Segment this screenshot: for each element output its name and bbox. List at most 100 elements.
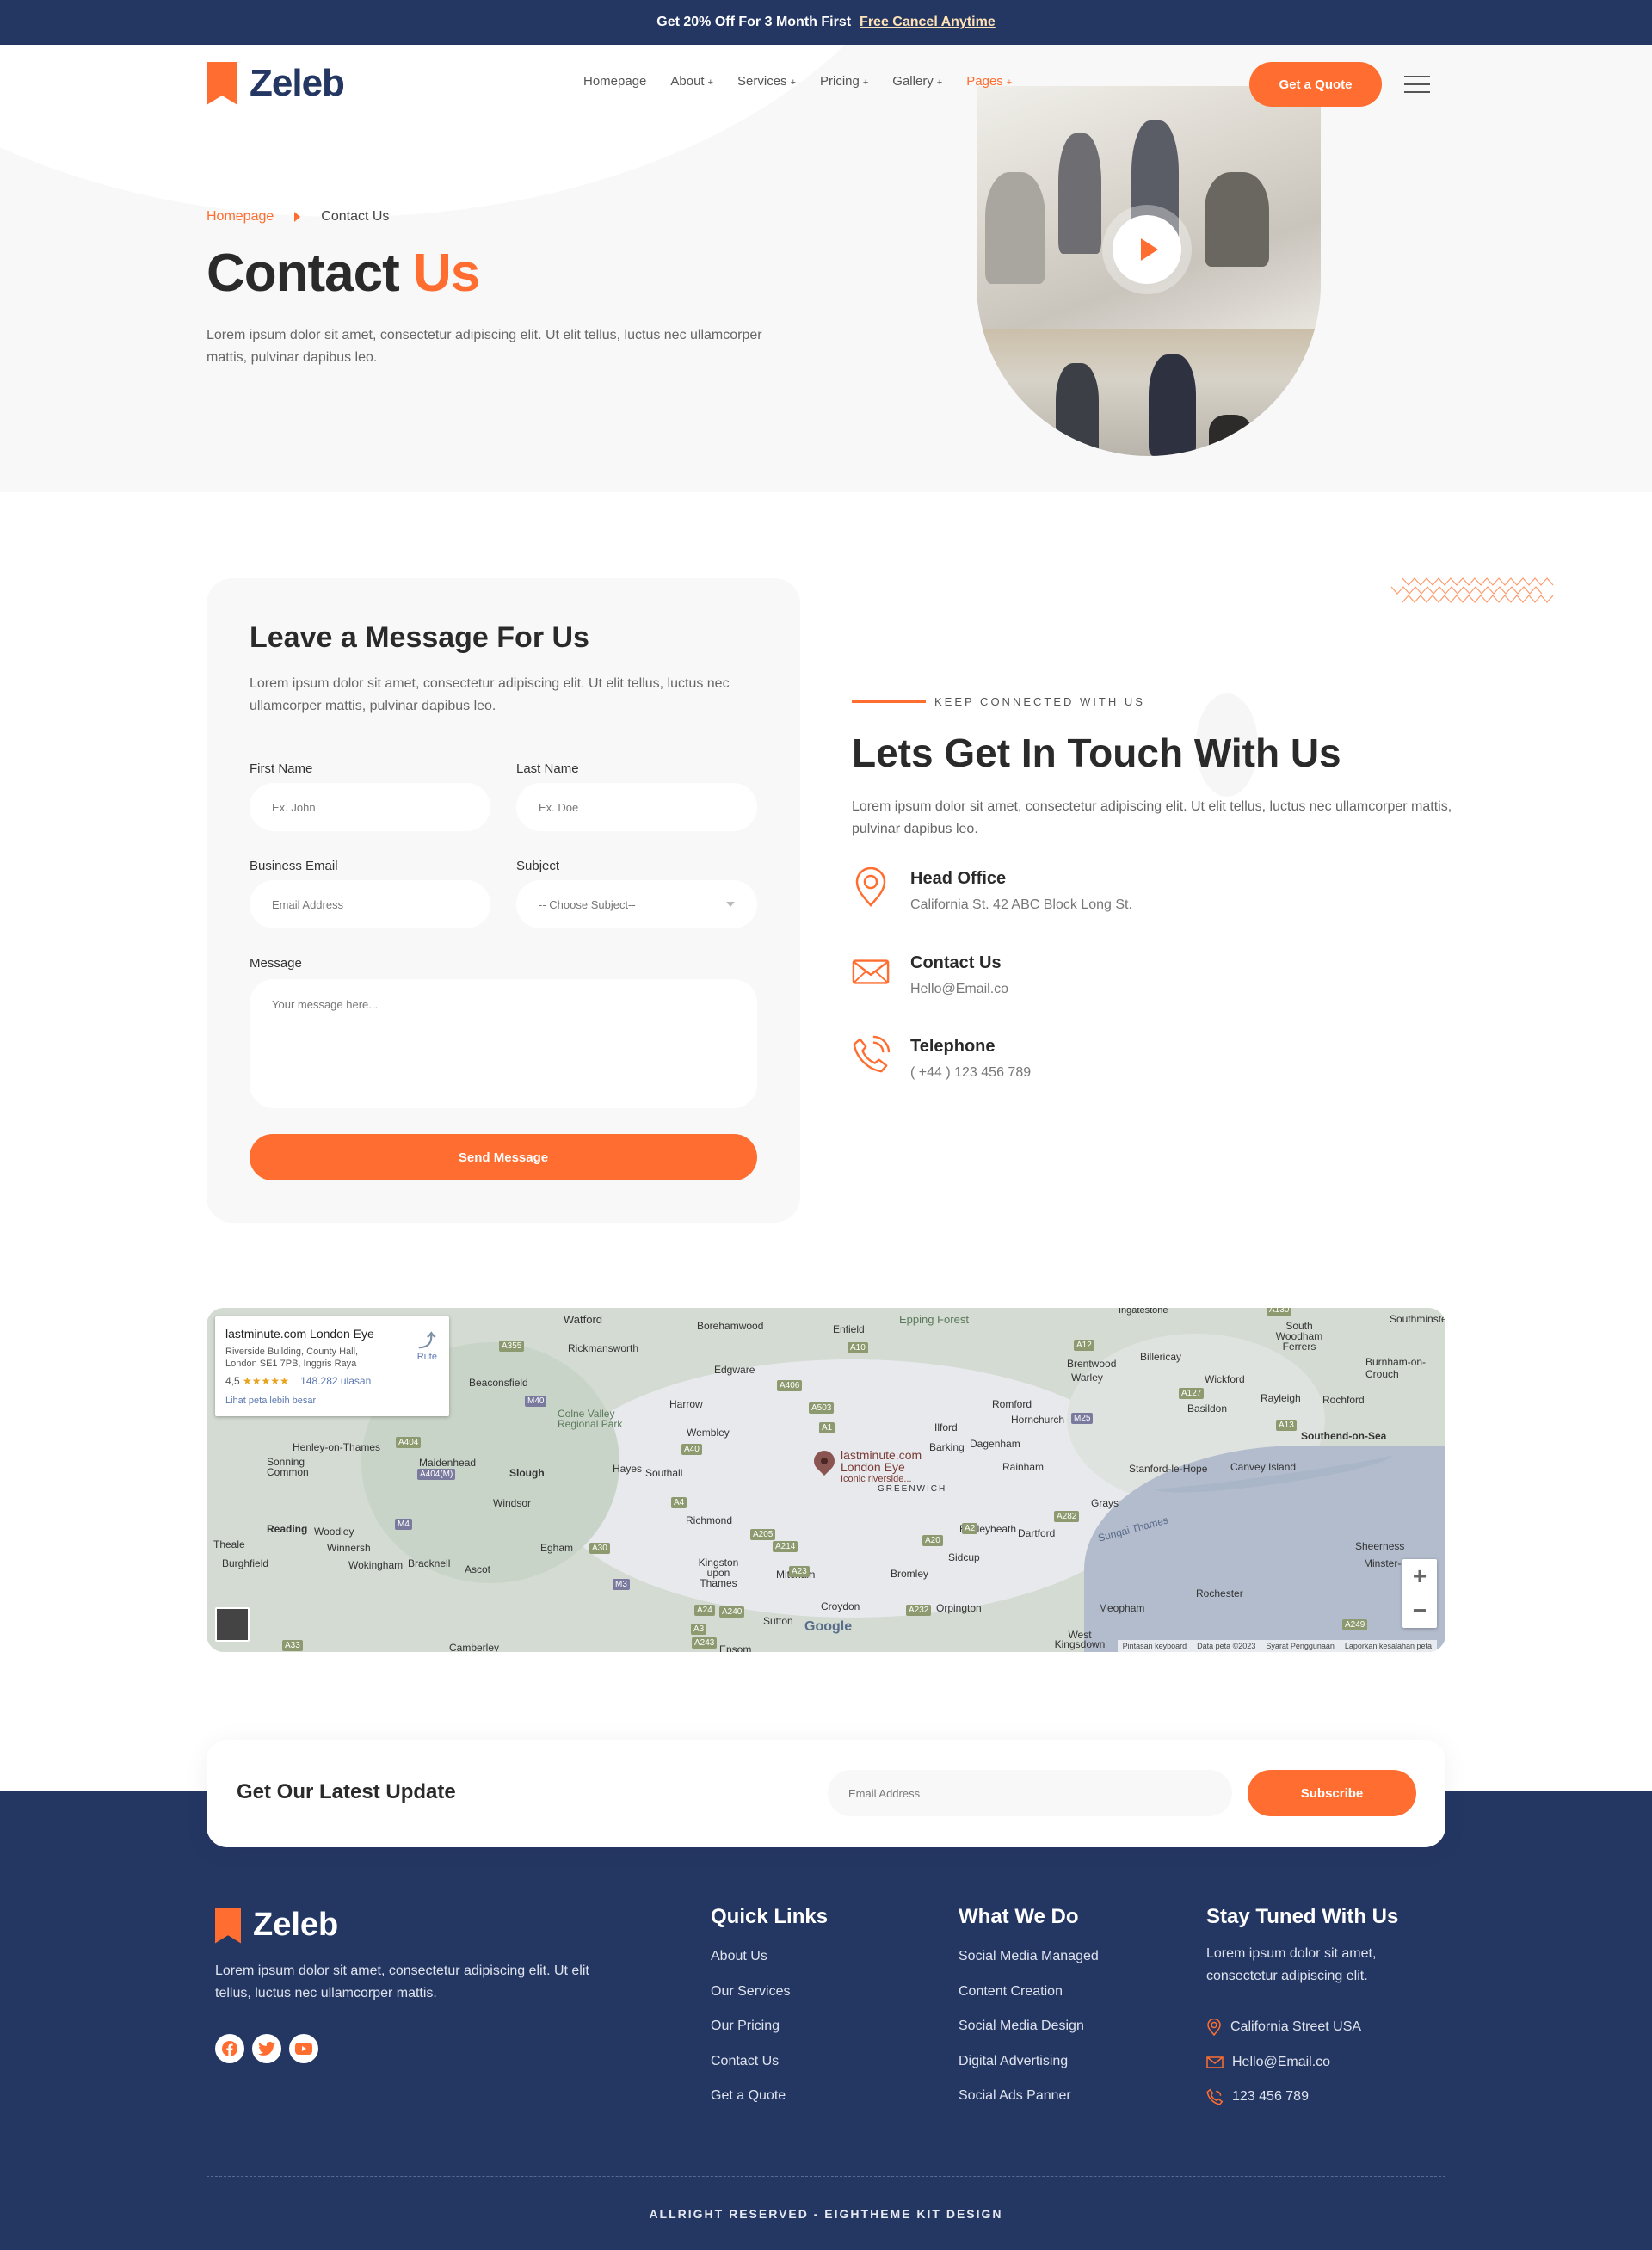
zoom-in-button[interactable]: +	[1402, 1559, 1437, 1593]
youtube-icon[interactable]	[289, 2034, 318, 2063]
map-road-shield: A30	[589, 1543, 610, 1554]
bookmark-logo-icon	[215, 1907, 241, 1944]
nav-item-pages[interactable]: Pages +	[966, 74, 1012, 89]
place-address: Riverside Building, County Hall, London …	[225, 1347, 359, 1369]
footer-link-digital-advertising[interactable]: Digital Advertising	[959, 2051, 1099, 2087]
logo[interactable]: Zeleb	[206, 62, 345, 105]
play-video-button[interactable]	[1113, 215, 1181, 284]
first-name-input[interactable]: Ex. John	[250, 783, 490, 831]
accent-line	[852, 700, 926, 703]
email-input[interactable]: Email Address	[250, 880, 490, 928]
directions-button[interactable]: ⤴ Rute	[417, 1327, 437, 1362]
map-place-label: Barking	[929, 1441, 965, 1453]
map-road-shield: A10	[848, 1342, 868, 1353]
subscribe-button[interactable]: Subscribe	[1248, 1770, 1416, 1816]
map-road-shield: A214	[773, 1541, 798, 1552]
form-title: Leave a Message For Us	[250, 621, 589, 654]
map-place-label: Stanford-le-Hope	[1129, 1463, 1208, 1475]
map-place-label: Orpington	[936, 1602, 982, 1614]
google-map[interactable]: Watford Borehamwood Enfield Epping Fores…	[206, 1308, 1446, 1652]
map-place-label: Sutton	[763, 1615, 793, 1627]
map-place-label: Wembley	[687, 1427, 730, 1439]
newsletter-email-input[interactable]: Email Address	[828, 1770, 1232, 1816]
footer-link-social-media-design[interactable]: Social Media Design	[959, 2016, 1099, 2051]
nav-item-pricing[interactable]: Pricing +	[820, 74, 868, 89]
footer-phone[interactable]: 123 456 789	[1206, 2080, 1413, 2115]
send-message-button[interactable]: Send Message	[250, 1134, 757, 1180]
last-name-input[interactable]: Ex. Doe	[516, 783, 757, 831]
satellite-toggle[interactable]	[215, 1607, 250, 1642]
map-place-label: Colne Valley Regional Park	[558, 1408, 623, 1430]
map-place-label: Rayleigh	[1261, 1392, 1301, 1404]
map-road-shield: M40	[525, 1396, 547, 1407]
map-place-label: Watford	[564, 1313, 603, 1326]
reviews-link[interactable]: 148.282 ulasan	[300, 1375, 371, 1387]
map-place-label: Wickford	[1205, 1373, 1245, 1385]
nav-item-services[interactable]: Services +	[737, 74, 796, 89]
nav-item-about[interactable]: About +	[670, 74, 713, 89]
footer-divider	[206, 2176, 1446, 2177]
map-place-label: Kingston upon Thames	[698, 1557, 739, 1589]
urban-area	[551, 1359, 1153, 1618]
directions-icon: ⤴	[418, 1332, 436, 1351]
map-place-label: Reading	[267, 1523, 308, 1535]
twitter-icon[interactable]	[252, 2034, 281, 2063]
nav-item-homepage[interactable]: Homepage	[583, 74, 646, 89]
footer-logo[interactable]: Zeleb	[215, 1907, 338, 1944]
zoom-out-button[interactable]: −	[1402, 1593, 1437, 1628]
get-a-quote-button[interactable]: Get a Quote	[1249, 62, 1382, 107]
map-place-label: Billericay	[1140, 1351, 1182, 1363]
logo-text: Zeleb	[250, 62, 345, 104]
footer-link-contact-us[interactable]: Contact Us	[711, 2051, 828, 2087]
phone-icon	[852, 1035, 890, 1073]
terms-link[interactable]: Syarat Penggunaan	[1266, 1642, 1335, 1650]
copyright: ALLRIGHT RESERVED - EIGHTHEME KIT DESIGN	[649, 2207, 1003, 2221]
footer-link-our-services[interactable]: Our Services	[711, 1982, 828, 2017]
map-place-label: Slough	[509, 1467, 545, 1479]
breadcrumb-home-link[interactable]: Homepage	[206, 209, 274, 225]
map-road-shield: A23	[789, 1566, 810, 1577]
info-telephone: Telephone( +44 ) 123 456 789	[852, 1035, 1031, 1081]
footer-link-get-a-quote[interactable]: Get a Quote	[711, 2086, 828, 2121]
map-road-shield: A2	[962, 1523, 978, 1534]
map-road-shield: A406	[777, 1380, 803, 1391]
map-place-label: Rochford	[1322, 1394, 1365, 1406]
map-road-shield: A205	[750, 1529, 776, 1540]
map-place-label: Southminster	[1390, 1313, 1446, 1325]
footer-email[interactable]: Hello@Email.co	[1206, 2045, 1413, 2080]
plus-icon: +	[1006, 77, 1013, 88]
footer-link-social-ads-panner[interactable]: Social Ads Panner	[959, 2086, 1099, 2121]
hero-description: Lorem ipsum dolor sit amet, consectetur …	[206, 328, 762, 365]
nav-item-gallery[interactable]: Gallery +	[892, 74, 942, 89]
map-road-shield: A130	[1267, 1308, 1292, 1316]
map-road-shield: A12	[1074, 1340, 1094, 1351]
subject-select[interactable]: -- Choose Subject--	[516, 880, 757, 928]
map-place-label: Egham	[540, 1542, 574, 1554]
map-place-label: Rickmansworth	[568, 1342, 639, 1354]
free-cancel-link[interactable]: Free Cancel Anytime	[860, 15, 996, 30]
report-error-link[interactable]: Laporkan kesalahan peta	[1345, 1642, 1432, 1650]
message-textarea[interactable]: Your message here...	[250, 979, 757, 1108]
map-road-shield: A1	[819, 1422, 835, 1433]
touch-title: Lets Get In Touch With Us	[852, 730, 1341, 775]
location-pin-icon	[1207, 2019, 1221, 2037]
map-place-label: Meopham	[1099, 1602, 1145, 1614]
footer-address: California Street USA	[1206, 2010, 1413, 2045]
footer-link-content-creation[interactable]: Content Creation	[959, 1982, 1099, 2017]
map-place-label: Sidcup	[948, 1551, 980, 1563]
facebook-icon[interactable]	[215, 2034, 244, 2063]
keyboard-shortcuts-link[interactable]: Pintasan keyboard	[1123, 1642, 1187, 1650]
map-road-shield: M25	[1071, 1413, 1094, 1424]
map-place-label: Maidenhead	[419, 1457, 477, 1469]
footer-link-our-pricing[interactable]: Our Pricing	[711, 2016, 828, 2051]
map-place-label: Basildon	[1187, 1402, 1228, 1415]
map-road-shield: A24	[694, 1605, 715, 1616]
hamburger-icon[interactable]	[1404, 76, 1430, 93]
view-larger-map-link[interactable]: Lihat peta lebih besar	[225, 1396, 439, 1406]
info-head-office: Head Office California St. 42 ABC Block L…	[852, 867, 1132, 913]
footer-link-social-media-managed[interactable]: Social Media Managed	[959, 1946, 1099, 1982]
map-place-label: Dagenham	[970, 1438, 1020, 1450]
map-road-shield: A232	[906, 1605, 932, 1616]
footer-description: Lorem ipsum dolor sit amet, consectetur …	[215, 1963, 589, 2000]
footer-link-about-us[interactable]: About Us	[711, 1946, 828, 1982]
